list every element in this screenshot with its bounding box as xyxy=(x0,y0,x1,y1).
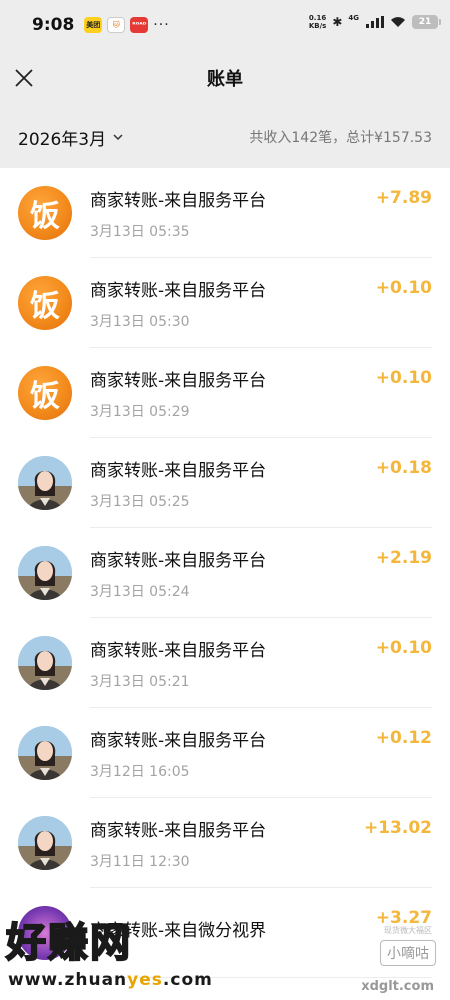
notification-icons: 美团 🐱 ᴿᴼᴬᴰ ··· xyxy=(84,17,169,33)
transaction-time: 3月13日 05:30 xyxy=(90,313,190,330)
signal-icon xyxy=(366,16,384,28)
transaction-amount: +0.10 xyxy=(375,368,432,388)
transaction-amount: +3.27 xyxy=(375,908,432,928)
transaction-item[interactable]: 商家转账-来自服务平台 3月11日 12:30 +13.02 xyxy=(0,798,450,888)
red-app-icon: ᴿᴼᴬᴰ xyxy=(130,17,149,33)
month-label: 2026年3月 xyxy=(18,129,107,150)
merchant-person-avatar xyxy=(18,816,72,870)
transaction-time: 3月13日 05:35 xyxy=(90,223,190,240)
status-bar: 9:08 美团 🐱 ᴿᴼᴬᴰ ··· 0.16 KB/s ✱ 4G 21 xyxy=(0,0,450,50)
filter-bar: 2026年3月 共收入142笔，总计¥157.53 xyxy=(0,106,450,168)
transaction-item[interactable]: 商家转账-来自服务平台 3月13日 05:21 +0.10 xyxy=(0,618,450,708)
merchant-fan-avatar: 饭 xyxy=(18,186,72,240)
network-speed: 0.16 KB/s xyxy=(308,14,327,30)
transaction-amount: +0.10 xyxy=(375,278,432,298)
wifi-icon xyxy=(390,16,406,28)
transaction-amount: +7.89 xyxy=(375,188,432,208)
watermark-right-url: xdglt.com xyxy=(361,979,434,994)
transaction-amount: +2.19 xyxy=(375,548,432,568)
transaction-amount: +0.10 xyxy=(375,638,432,658)
bluetooth-icon: ✱ xyxy=(332,15,343,29)
transaction-time: 3月12日 16:05 xyxy=(90,763,190,780)
merchant-fan-avatar: 饭 xyxy=(18,366,72,420)
network-type: 4G xyxy=(348,14,359,22)
month-selector[interactable]: 2026年3月 xyxy=(18,125,124,150)
nav-bar: 账单 xyxy=(0,50,450,106)
transaction-amount: +0.18 xyxy=(375,458,432,478)
transaction-item[interactable]: 饭商家转账-来自服务平台 3月13日 05:35 +7.89 xyxy=(0,168,450,258)
cat-app-icon: 🐱 xyxy=(107,17,126,33)
income-summary: 共收入142笔，总计¥157.53 xyxy=(249,130,432,146)
transaction-time: 3月13日 05:21 xyxy=(90,673,190,690)
status-right: 0.16 KB/s ✱ 4G 21 xyxy=(308,14,441,30)
transaction-time: 3月11日 12:30 xyxy=(90,853,190,870)
merchant-game-avatar xyxy=(18,906,72,960)
battery-icon: 21 xyxy=(412,15,441,29)
transaction-item[interactable]: 饭商家转账-来自服务平台 3月13日 05:30 +0.10 xyxy=(0,258,450,348)
meituan-icon: 美团 xyxy=(84,17,103,33)
transaction-item[interactable]: 商家转账-来自服务平台 3月13日 05:25 +0.18 xyxy=(0,438,450,528)
merchant-person-avatar xyxy=(18,726,72,780)
transaction-list: 饭商家转账-来自服务平台 3月13日 05:35 +7.89 饭商家转账-来自服务平台… xyxy=(0,168,450,978)
transaction-item[interactable]: 商家转账-来自服务平台 3月13日 05:24 +2.19 xyxy=(0,528,450,618)
transaction-item[interactable]: 饭商家转账-来自服务平台 3月13日 05:29 +0.10 xyxy=(0,348,450,438)
transaction-item[interactable]: 商家转账-来自服务平台 3月12日 16:05 +0.12 xyxy=(0,708,450,798)
transaction-amount: +13.02 xyxy=(363,818,432,838)
close-icon xyxy=(15,69,33,87)
merchant-person-avatar xyxy=(18,456,72,510)
page-title: 账单 xyxy=(207,69,243,90)
more-notifications-icon: ··· xyxy=(153,17,170,33)
merchant-person-avatar xyxy=(18,546,72,600)
chevron-down-icon xyxy=(113,134,123,141)
transaction-item[interactable]: 商家转账-来自微分视界 +3.27 xyxy=(0,888,450,978)
merchant-person-avatar xyxy=(18,636,72,690)
transaction-time: 3月13日 05:24 xyxy=(90,583,190,600)
close-button[interactable] xyxy=(12,66,36,90)
merchant-fan-avatar: 饭 xyxy=(18,276,72,330)
status-time: 9:08 xyxy=(32,15,75,35)
transaction-time: 3月13日 05:25 xyxy=(90,493,190,510)
transaction-time: 3月13日 05:29 xyxy=(90,403,190,420)
transaction-amount: +0.12 xyxy=(375,728,432,748)
